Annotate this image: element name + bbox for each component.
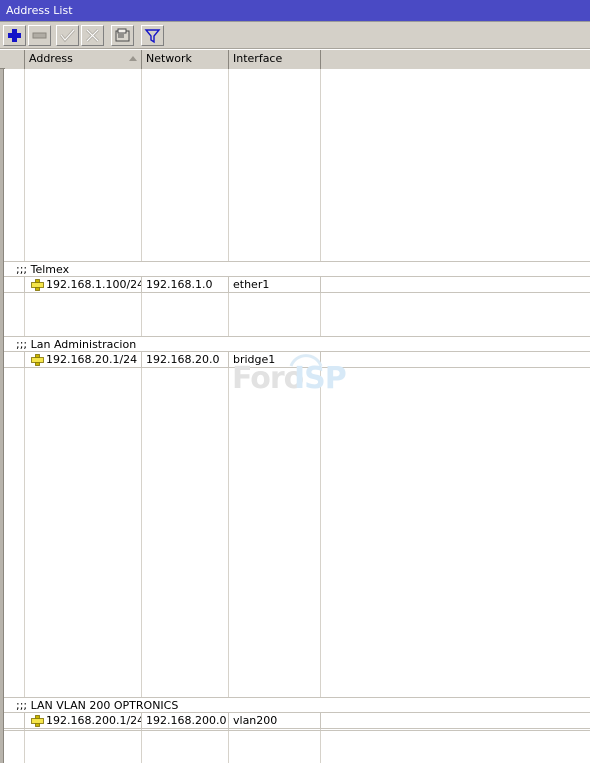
cell-address: 192.168.20.1/24 [25,352,142,367]
column-rule-interface [320,69,321,763]
comment-text: ;;; Lan Administracion [16,338,137,351]
window-left-gutter [0,69,4,763]
comment-button[interactable] [111,25,134,46]
sort-ascending-icon [129,56,137,61]
comment-text: ;;; Telmex [16,263,70,276]
column-rule-network [228,69,229,763]
column-header-address[interactable]: Address [25,50,142,69]
cell-extra [321,713,590,728]
cell-extra [321,277,590,292]
funnel-icon [144,29,161,44]
plus-icon [8,29,21,42]
address-cross-icon [31,715,44,727]
toolbar [0,22,590,49]
column-header-network[interactable]: Network [142,50,229,69]
table-column-header: Address Network Interface [0,50,590,69]
cell-interface: vlan200 [229,713,321,728]
cell-interface: bridge1 [229,352,321,367]
disable-button[interactable] [81,25,104,46]
address-list-window: Address List Address Network Interface ;… [0,0,590,763]
address-cross-icon [31,279,44,291]
add-button[interactable] [3,25,26,46]
cell-address: 192.168.1.100/24 [25,277,142,292]
cell-address: 192.168.200.1/24 [25,713,142,728]
window-titlebar[interactable]: Address List [0,0,590,22]
column-rule-address [141,69,142,763]
table-row[interactable]: 192.168.1.100/24 192.168.1.0 ether1 [0,277,590,293]
cell-address-text: 192.168.200.1/24 [46,714,142,727]
cell-address-text: 192.168.20.1/24 [46,353,138,366]
cell-network: 192.168.1.0 [142,277,229,292]
cell-network: 192.168.200.0 [142,713,229,728]
comment-row[interactable]: ;;; LAN VLAN 200 OPTRONICS [0,697,590,713]
cross-icon [85,28,100,43]
cell-network: 192.168.20.0 [142,352,229,367]
window-title: Address List [6,4,73,17]
comment-text: ;;; LAN VLAN 200 OPTRONICS [16,699,179,712]
table-row[interactable]: 192.168.20.1/24 192.168.20.0 bridge1 [0,352,590,368]
comment-row[interactable]: ;;; Telmex [0,261,590,277]
enable-button[interactable] [56,25,79,46]
column-header-extra[interactable] [321,50,590,69]
filter-button[interactable] [141,25,164,46]
remove-button[interactable] [28,25,51,46]
cell-extra [321,352,590,367]
cell-address-text: 192.168.1.100/24 [46,278,142,291]
table-row[interactable]: 192.168.200.1/24 192.168.200.0 vlan200 [0,713,590,729]
cell-interface: ether1 [229,277,321,292]
check-icon [59,28,76,43]
minus-icon [32,32,47,39]
address-list-table[interactable]: ;;; Telmex 192.168.1.100/24 192.168.1.0 … [0,69,590,763]
column-header-interface[interactable]: Interface [229,50,321,69]
comment-icon [115,28,130,42]
column-header-flags[interactable] [5,50,25,69]
column-rule-flags [24,69,25,763]
list-bottom-separator [4,730,590,731]
comment-row[interactable]: ;;; Lan Administracion [0,336,590,352]
column-header-address-label: Address [29,52,73,65]
address-cross-icon [31,354,44,366]
